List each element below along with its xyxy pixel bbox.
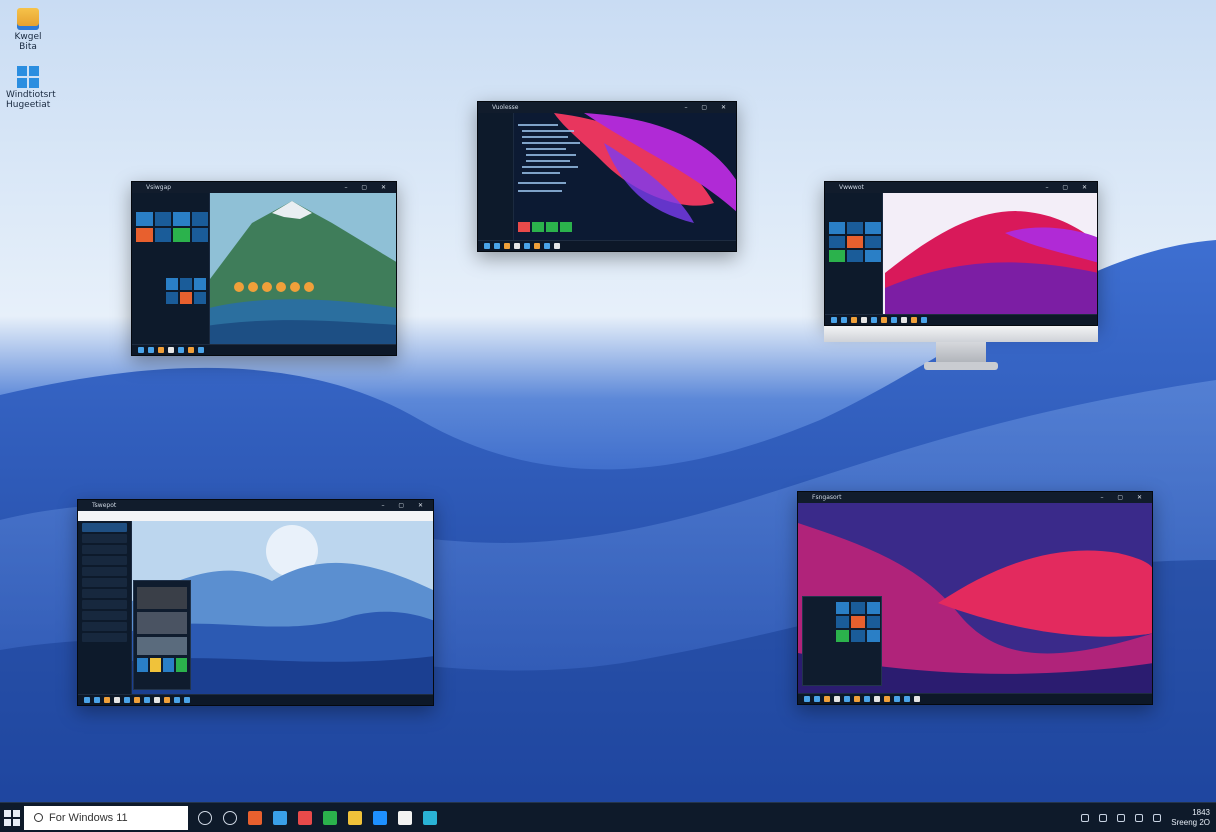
window-taskbar xyxy=(132,344,396,355)
app-tiles xyxy=(518,222,572,232)
window-title-bar[interactable]: Vsiwgap – ▢ ✕ xyxy=(132,182,396,193)
start-tiles xyxy=(829,222,881,262)
window-title: Fsngasort xyxy=(812,494,842,501)
desktop-icon-folder[interactable]: Kwgel Bita xyxy=(6,8,50,52)
network-icon[interactable] xyxy=(1081,813,1090,822)
start-tiles xyxy=(836,602,880,642)
keyboard-icon[interactable] xyxy=(1153,813,1162,822)
window-title: Tswepot xyxy=(92,502,117,509)
window-title-bar[interactable]: Vuolesse – ▢ ✕ xyxy=(478,102,736,113)
terminal-icon[interactable] xyxy=(423,810,437,825)
messages-icon[interactable] xyxy=(323,810,337,825)
window-code-editor[interactable]: Vuolesse – ▢ ✕ xyxy=(477,101,737,252)
window-title-bar[interactable]: Tswepot – ▢ ✕ xyxy=(78,500,433,511)
monitor-chin xyxy=(824,326,1098,342)
window-taskbar xyxy=(798,693,1152,704)
task-view-icon[interactable] xyxy=(198,810,212,825)
window-title-bar[interactable]: Vwwwot – ▢ ✕ xyxy=(825,182,1097,193)
pinned-apps xyxy=(198,810,437,825)
start-tiles xyxy=(136,212,208,242)
code-lines xyxy=(518,124,580,192)
window-controls[interactable]: – ▢ ✕ xyxy=(1045,182,1093,193)
clock[interactable]: 1843 Sreeng 2O xyxy=(1171,808,1210,828)
dock-icons xyxy=(234,282,314,292)
window-mountain[interactable]: Vsiwgap – ▢ ✕ xyxy=(131,181,397,356)
window-monitor[interactable]: Vwwwot – ▢ ✕ xyxy=(824,181,1098,326)
desktop-icon-label: Kwgel Bita xyxy=(14,32,42,52)
desktop-icon-windows[interactable]: Windtiotsrt Hugeetiat xyxy=(6,66,56,110)
monitor-neck xyxy=(936,342,986,364)
desktop: Kwgel Bita Windtiotsrt Hugeetiat Vsiwgap… xyxy=(0,0,1216,802)
battery-icon[interactable] xyxy=(1117,813,1126,822)
windows-logo-icon xyxy=(17,66,39,88)
store-icon[interactable] xyxy=(398,810,412,825)
monitor-foot xyxy=(924,362,998,370)
window-taskbar xyxy=(478,240,736,251)
chat-icon[interactable] xyxy=(223,810,237,825)
office-icon[interactable] xyxy=(248,810,262,825)
window-dunes[interactable]: Fsngasort – ▢ ✕ xyxy=(797,491,1153,705)
window-title: Vsiwgap xyxy=(146,184,172,191)
window-controls[interactable]: – ▢ ✕ xyxy=(344,182,392,193)
edge-icon[interactable] xyxy=(373,810,387,825)
folder-icon xyxy=(17,8,39,30)
clock-time: 1843 xyxy=(1192,807,1210,817)
files-icon[interactable] xyxy=(348,810,362,825)
clock-date: Sreeng 2O xyxy=(1171,817,1210,827)
desktop-icon-label: Windtiotsrt Hugeetiat xyxy=(6,90,56,110)
menu-bar xyxy=(78,511,433,521)
window-title: Vuolesse xyxy=(492,104,519,111)
window-taskbar xyxy=(78,694,433,705)
window-controls[interactable]: – ▢ ✕ xyxy=(684,102,732,113)
search-text: For Windows 11 xyxy=(49,811,128,824)
window-title: Vwwwot xyxy=(839,184,864,191)
explorer-icon[interactable] xyxy=(273,810,287,825)
window-settings[interactable]: Tswepot – ▢ ✕ xyxy=(77,499,434,706)
window-controls[interactable]: – ▢ ✕ xyxy=(381,500,429,511)
notification-icon[interactable] xyxy=(1135,813,1144,822)
search-icon xyxy=(34,813,43,822)
mail-icon[interactable] xyxy=(298,810,312,825)
volume-icon[interactable] xyxy=(1099,813,1108,822)
system-tray: 1843 Sreeng 2O xyxy=(1081,808,1216,828)
window-taskbar xyxy=(825,314,1097,325)
taskbar: For Windows 11 1843 Sreeng 2O xyxy=(0,802,1216,832)
settings-nav xyxy=(78,521,132,694)
window-controls[interactable]: – ▢ ✕ xyxy=(1100,492,1148,503)
start-tiles-secondary xyxy=(166,278,206,304)
explorer-panel xyxy=(478,113,514,240)
search-box[interactable]: For Windows 11 xyxy=(24,805,188,830)
window-title-bar[interactable]: Fsngasort – ▢ ✕ xyxy=(798,492,1152,503)
start-button[interactable] xyxy=(4,809,20,826)
media-panel xyxy=(133,580,191,690)
